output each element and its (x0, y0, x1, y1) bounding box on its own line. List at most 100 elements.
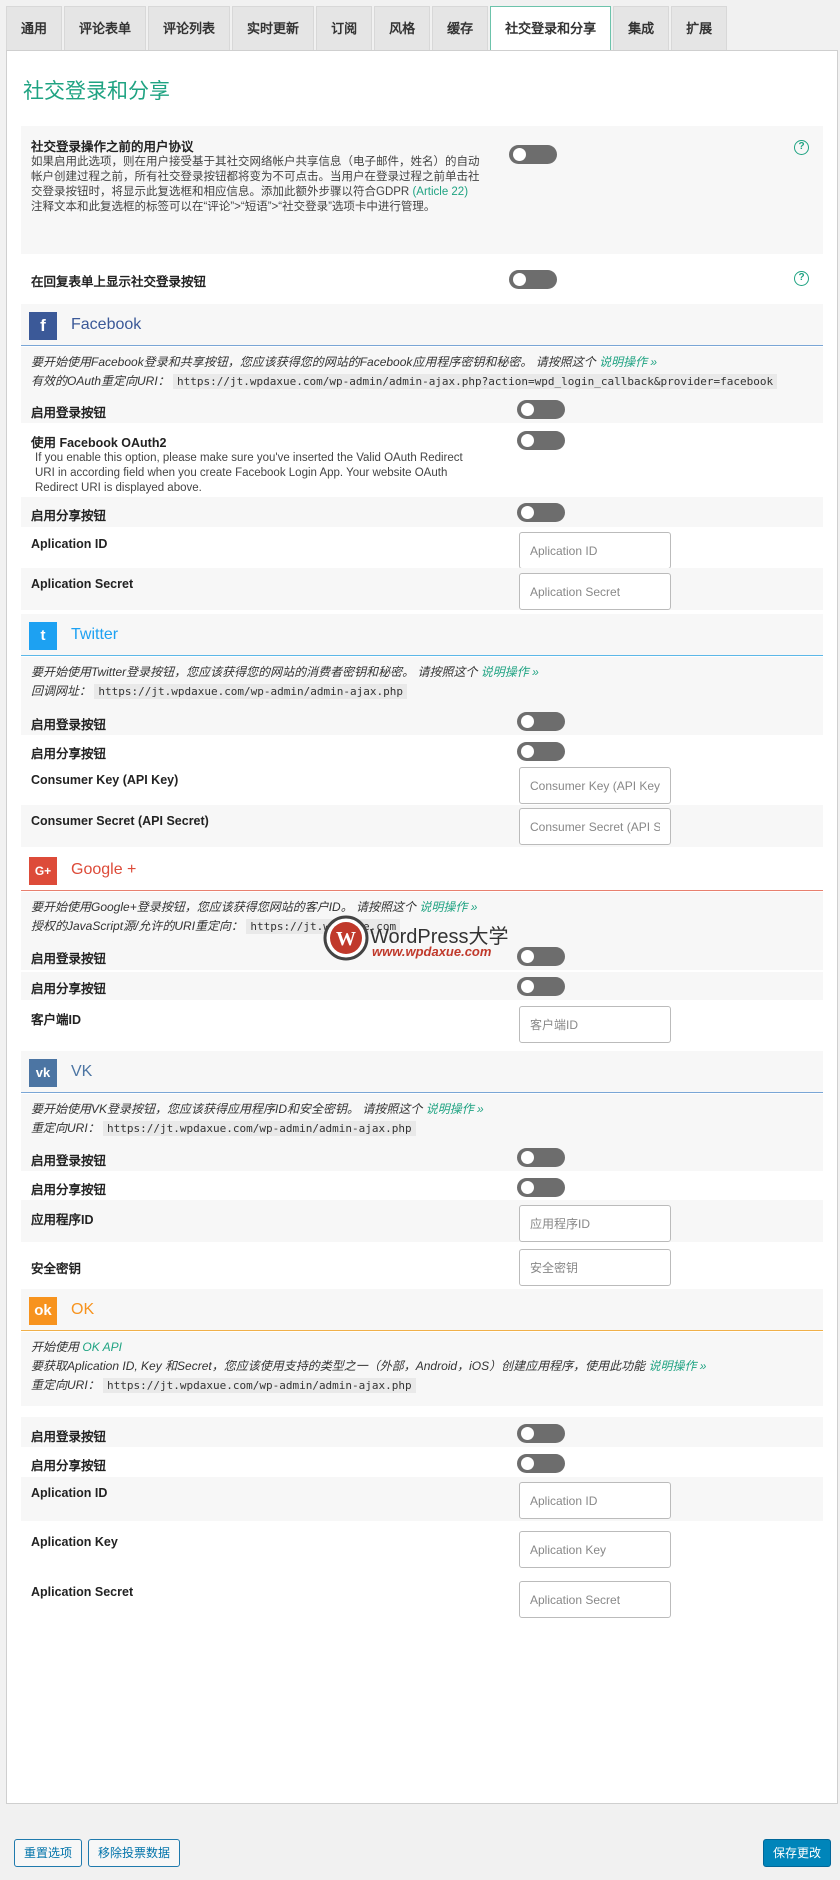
ok-api-link[interactable]: OK API (82, 1340, 122, 1354)
vk-login-row: 启用登录按钮 (21, 1141, 823, 1171)
page-title: 社交登录和分享 (23, 80, 170, 103)
agreement-desc-note: 注释文本和此复选框的标签可以在“评论”>“短语”>“社交登录”选项卡中进行管理。 (31, 201, 436, 213)
vk-app-id-input[interactable] (519, 1205, 671, 1242)
tab-comment-list[interactable]: 评论列表 (148, 6, 231, 50)
tab-cache[interactable]: 缓存 (432, 6, 489, 50)
twitter-title: Twitter (71, 626, 119, 643)
tab-comment-form[interactable]: 评论表单 (64, 6, 147, 50)
ok-share-toggle[interactable] (517, 1454, 565, 1473)
twitter-callback-label: 回调网址： (31, 684, 92, 698)
facebook-app-id-input[interactable] (519, 532, 671, 569)
facebook-login-label: 启用登录按钮 (31, 406, 107, 420)
facebook-share-toggle[interactable] (517, 503, 565, 522)
twitter-secret-input[interactable] (519, 808, 671, 845)
ok-instructions-link[interactable]: 说明操作 » (648, 1359, 706, 1373)
google-plus-icon: G+ (29, 857, 57, 885)
twitter-share-label: 启用分享按钮 (31, 747, 107, 761)
twitter-share-row: 启用分享按钮 (21, 737, 823, 767)
tab-social-login[interactable]: 社交登录和分享 (490, 6, 612, 51)
vk-share-toggle[interactable] (517, 1178, 565, 1197)
reset-options-button[interactable]: 重置选项 (14, 1839, 83, 1867)
vk-secret-label: 安全密钥 (31, 1262, 82, 1276)
tab-addons[interactable]: 扩展 (671, 6, 728, 50)
twitter-section-header: t Twitter (21, 614, 823, 656)
save-changes-button[interactable]: 保存更改 (763, 1839, 832, 1867)
vk-title: VK (71, 1063, 93, 1080)
twitter-share-toggle[interactable] (517, 742, 565, 761)
ok-app-id-input[interactable] (519, 1482, 671, 1519)
google-client-row: 客户端ID (21, 1001, 823, 1043)
ok-login-toggle[interactable] (517, 1424, 565, 1443)
vk-section-header: vk VK (21, 1051, 823, 1093)
help-icon[interactable]: ? (794, 140, 809, 155)
facebook-app-secret-label: Aplication Secret (31, 577, 134, 591)
facebook-oauth2-toggle[interactable] (517, 431, 565, 450)
twitter-icon: t (29, 622, 57, 650)
ok-share-row: 启用分享按钮 (21, 1449, 823, 1477)
google-client-input[interactable] (519, 1006, 671, 1043)
reply-form-toggle[interactable] (509, 270, 557, 289)
watermark-url: www.wpdaxue.com (372, 944, 492, 959)
ok-app-secret-input[interactable] (519, 1581, 671, 1618)
vk-instructions-link[interactable]: 说明操作 » (426, 1102, 484, 1116)
facebook-oauth2-label: 使用 Facebook OAuth2 (31, 436, 167, 450)
vk-app-id-row: 应用程序ID (21, 1200, 823, 1242)
agreement-toggle[interactable] (509, 145, 557, 164)
ok-app-key-label: Aplication Key (31, 1535, 118, 1549)
twitter-login-toggle[interactable] (517, 712, 565, 731)
tab-live-update[interactable]: 实时更新 (232, 6, 315, 50)
vk-secret-input[interactable] (519, 1249, 671, 1286)
twitter-login-row: 启用登录按钮 (21, 705, 823, 735)
google-share-toggle[interactable] (517, 977, 565, 996)
vk-icon: vk (29, 1059, 57, 1087)
ok-info-text: 要获取Aplication ID, Key 和Secret，您应该使用支持的类型… (31, 1359, 646, 1373)
google-redirect-label: 授权的JavaScript源/允许的URI重定向： (31, 919, 244, 933)
facebook-app-secret-input[interactable] (519, 573, 671, 610)
facebook-instructions-link[interactable]: 说明操作 » (599, 355, 657, 369)
facebook-info-text: 要开始使用Facebook登录和共享按钮，您应该获得您的网站的Facebook应… (31, 355, 596, 369)
facebook-app-secret-row: Aplication Secret (21, 568, 823, 610)
facebook-redirect-uri: https://jt.wpdaxue.com/wp-admin/admin-aj… (173, 374, 778, 389)
twitter-key-input[interactable] (519, 767, 671, 804)
twitter-secret-label: Consumer Secret (API Secret) (31, 814, 209, 828)
google-login-toggle[interactable] (517, 947, 565, 966)
facebook-share-label: 启用分享按钮 (31, 509, 107, 523)
facebook-redirect-label: 有效的OAuth重定向URI： (31, 374, 170, 388)
ok-redirect-label: 重定向URI： (31, 1378, 100, 1392)
twitter-callback-uri: https://jt.wpdaxue.com/wp-admin/admin-aj… (94, 684, 407, 699)
help-icon[interactable]: ? (794, 271, 809, 286)
facebook-share-row: 启用分享按钮 (21, 497, 823, 527)
vk-login-toggle[interactable] (517, 1148, 565, 1167)
facebook-app-id-row: Aplication ID (21, 529, 823, 569)
svg-text:W: W (336, 928, 356, 950)
ok-redirect-uri: https://jt.wpdaxue.com/wp-admin/admin-aj… (103, 1378, 416, 1393)
twitter-instructions-link[interactable]: 说明操作 » (481, 665, 539, 679)
ok-app-secret-row: Aplication Secret (21, 1573, 823, 1618)
wordpress-logo-icon: W (323, 915, 369, 961)
google-instructions-link[interactable]: 说明操作 » (419, 900, 477, 914)
article-22-link[interactable]: (Article 22) (412, 186, 468, 198)
facebook-login-toggle[interactable] (517, 400, 565, 419)
tab-style[interactable]: 风格 (374, 6, 431, 50)
facebook-icon: f (29, 312, 57, 340)
ok-share-label: 启用分享按钮 (31, 1459, 107, 1473)
tab-general[interactable]: 通用 (6, 6, 63, 50)
tab-subscription[interactable]: 订阅 (316, 6, 373, 50)
ok-icon: ok (29, 1297, 57, 1325)
google-info-text: 要开始使用Google+登录按钮，您应该获得您网站的客户ID。 请按照这个 (31, 900, 417, 914)
ok-app-key-row: Aplication Key (21, 1525, 823, 1569)
ok-app-key-input[interactable] (519, 1531, 671, 1568)
facebook-section-header: f Facebook (21, 304, 823, 346)
twitter-secret-row: Consumer Secret (API Secret) (21, 805, 823, 847)
facebook-title: Facebook (71, 316, 142, 333)
tab-integration[interactable]: 集成 (613, 6, 670, 50)
vk-login-label: 启用登录按钮 (31, 1154, 107, 1168)
ok-info: 开始使用 OK API 要获取Aplication ID, Key 和Secre… (21, 1332, 823, 1406)
settings-tabs: 通用 评论表单 评论列表 实时更新 订阅 风格 缓存 社交登录和分享 集成 扩展 (6, 6, 728, 51)
google-share-label: 启用分享按钮 (31, 982, 107, 996)
reply-form-label: 在回复表单上显示社交登录按钮 (31, 275, 207, 289)
twitter-key-row: Consumer Key (API Key) (21, 765, 823, 805)
remove-votes-button[interactable]: 移除投票数据 (88, 1839, 181, 1867)
ok-login-row: 启用登录按钮 (21, 1417, 823, 1447)
vk-share-row: 启用分享按钮 (21, 1173, 823, 1201)
